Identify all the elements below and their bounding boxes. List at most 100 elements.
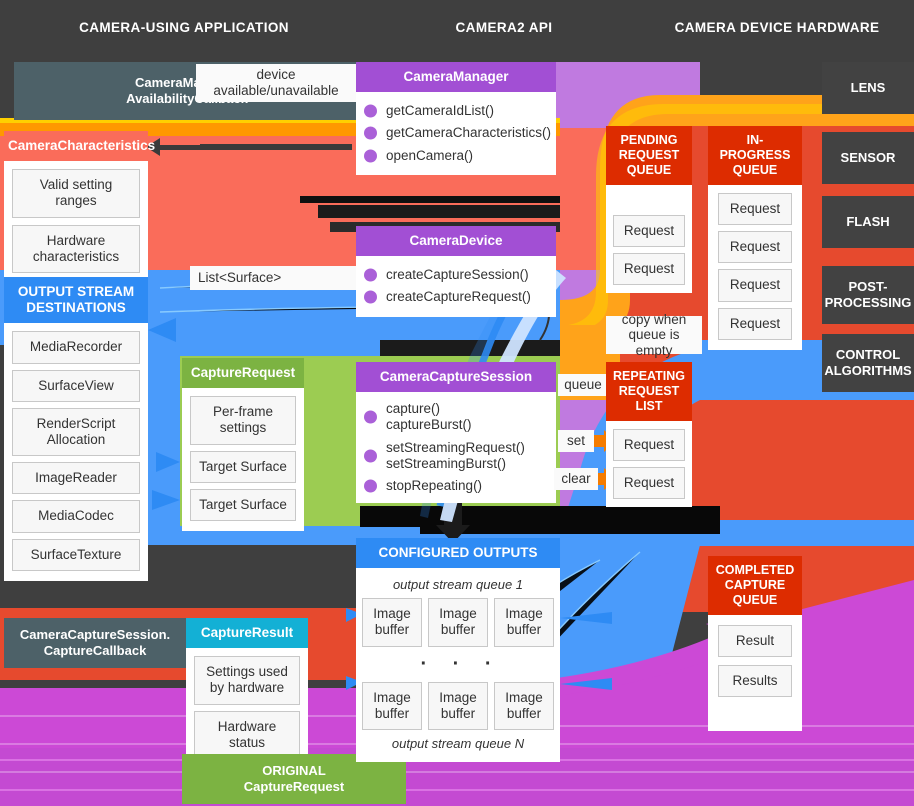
- list-surface-label: List<Surface>: [190, 266, 356, 290]
- osd-title-line2: DESTINATIONS: [26, 300, 126, 316]
- pipeline-block-sensor: SENSOR: [822, 132, 914, 184]
- camera-manager-methods: getCameraIdList() getCameraCharacteristi…: [356, 92, 556, 175]
- output-stream-queue-last-label: output stream queue N: [391, 735, 525, 751]
- ccq-title-line2: CAPTURE: [724, 578, 786, 592]
- output-stream-destinations-title: OUTPUT STREAM DESTINATIONS: [4, 277, 148, 324]
- ccq-title-line3: QUEUE: [732, 593, 778, 607]
- method-openCamera[interactable]: openCamera(): [356, 145, 556, 167]
- method-label: captureBurst(): [386, 417, 472, 433]
- pending-request-queue-card: PENDING REQUEST QUEUE Request Request: [606, 126, 692, 294]
- output-destination-item-text: RenderScript Allocation: [36, 415, 116, 447]
- image-buffer: Image buffer: [494, 598, 554, 647]
- method-capture[interactable]: capture() captureBurst(): [356, 398, 556, 436]
- method-label: openCamera(): [386, 147, 474, 163]
- ipq-title-line1: IN-PROGRESS: [719, 133, 791, 162]
- output-destination-item[interactable]: MediaCodec: [12, 500, 140, 533]
- camera-capture-session-title: CameraCaptureSession: [356, 362, 556, 393]
- capture-result-item-text: Hardware status: [217, 718, 277, 750]
- method-createCaptureSession[interactable]: createCaptureSession(): [356, 264, 556, 286]
- capture-result-item-text: Settings used by hardware: [206, 664, 288, 696]
- capture-result-title: CaptureResult: [186, 618, 308, 649]
- capture-callback-plate: CameraCaptureSession. CaptureCallback: [4, 618, 186, 668]
- method-label: stopRepeating(): [386, 477, 483, 493]
- capture-callback-line2: CaptureCallback: [43, 643, 147, 658]
- output-destination-item[interactable]: SurfaceView: [12, 369, 140, 402]
- rrl-title-line2: REQUEST: [618, 384, 680, 398]
- in-progress-queue-body: Request Request Request Request: [708, 185, 802, 350]
- method-getCameraCharacteristics[interactable]: getCameraCharacteristics(): [356, 122, 556, 144]
- characteristics-item-line: Valid setting: [39, 177, 113, 193]
- capture-request-card: CaptureRequest Per-frame settings Target…: [182, 358, 304, 531]
- output-destination-item[interactable]: SurfaceTexture: [12, 538, 140, 571]
- method-label: capture(): [386, 401, 441, 417]
- in-progress-request-item: Request: [718, 269, 792, 302]
- image-buffer-line1: Image: [505, 689, 543, 705]
- set-text: set: [566, 433, 585, 449]
- method-setStreamingRequest[interactable]: setStreamingRequest() setStreamingBurst(…: [356, 437, 556, 475]
- method-bullet-icon: [364, 290, 377, 304]
- device-availability-line1: device: [256, 67, 296, 83]
- in-progress-queue-title: IN-PROGRESS QUEUE: [708, 126, 802, 185]
- pending-request-queue-body: Request Request: [606, 185, 692, 294]
- in-progress-request-item: Request: [718, 307, 792, 340]
- diagram-canvas: CAMERA-USING APPLICATION CAMERA2 API CAM…: [0, 0, 914, 806]
- column-header-app-label: CAMERA-USING APPLICATION: [79, 20, 289, 35]
- camera-capture-session-card: CameraCaptureSession capture() captureBu…: [356, 362, 556, 504]
- copy-when-line1: copy when: [621, 311, 687, 327]
- method-bullet-icon: [364, 268, 377, 282]
- image-buffer-line2: buffer: [440, 622, 476, 638]
- completed-result-item: Result: [718, 625, 792, 658]
- column-header-api: CAMERA2 API: [368, 0, 640, 55]
- output-destination-item[interactable]: MediaRecorder: [12, 331, 140, 364]
- pending-request-item: Request: [613, 253, 685, 286]
- output-destination-item[interactable]: RenderScript Allocation: [12, 407, 140, 457]
- in-progress-request-item: Request: [718, 193, 792, 226]
- capture-result-item: Settings used by hardware: [194, 656, 300, 705]
- image-buffer-line1: Image: [439, 689, 477, 705]
- capture-request-item: Target Surface: [190, 488, 296, 521]
- method-bullet-icon: [364, 126, 377, 140]
- pipeline-block-control-algorithms: CONTROL ALGORITHMS: [822, 334, 914, 392]
- method-getCameraIdList[interactable]: getCameraIdList(): [356, 100, 556, 122]
- pending-request-queue-title: PENDING REQUEST QUEUE: [606, 126, 692, 185]
- capture-request-item: Per-frame settings: [190, 396, 296, 445]
- capture-result-card: CaptureResult Settings used by hardware …: [186, 618, 308, 769]
- completed-result-item: Results: [718, 665, 792, 698]
- image-buffer: Image buffer: [428, 598, 488, 647]
- output-destination-item[interactable]: ImageReader: [12, 462, 140, 495]
- pipeline-control-line2: ALGORITHMS: [824, 363, 912, 378]
- image-buffer-line1: Image: [439, 606, 477, 622]
- pipeline-block-post-processing: POST- PROCESSING: [822, 266, 914, 324]
- column-header-api-label: CAMERA2 API: [455, 20, 553, 35]
- ccq-title-line1: COMPLETED: [715, 563, 795, 577]
- capture-request-item-text: Per-frame settings: [212, 404, 273, 436]
- set-label: set: [558, 430, 594, 452]
- method-bullet-icon: [364, 410, 377, 424]
- list-surface-text: List<Surface>: [198, 270, 282, 286]
- completed-capture-queue-card: COMPLETED CAPTURE QUEUE Result Results: [708, 556, 802, 732]
- method-label: createCaptureRequest(): [386, 289, 531, 305]
- image-buffer: Image buffer: [428, 681, 488, 730]
- pipeline-control-line1: CONTROL: [835, 346, 901, 362]
- capture-result-item: Hardware status: [194, 710, 300, 759]
- method-label: setStreamingBurst(): [386, 455, 507, 471]
- camera-manager-card: CameraManager getCameraIdList() getCamer…: [356, 62, 556, 175]
- output-stream-queue-first-label: output stream queue 1: [392, 577, 524, 593]
- method-createCaptureRequest[interactable]: createCaptureRequest(): [356, 286, 556, 308]
- rrl-title-line1: REPEATING: [613, 369, 685, 383]
- prq-title-line3: QUEUE: [626, 163, 672, 177]
- column-header-hardware-label: CAMERA DEVICE HARDWARE: [674, 20, 880, 35]
- device-availability-label: device available/unavailable: [196, 64, 356, 102]
- camera-characteristics-card: CameraCharacteristics Valid setting rang…: [4, 131, 155, 283]
- column-header-hardware: CAMERA DEVICE HARDWARE: [640, 0, 914, 55]
- capture-request-body: Per-frame settings Target Surface Target…: [182, 388, 304, 531]
- pipeline-post-line1: POST-: [848, 278, 888, 294]
- method-stopRepeating[interactable]: stopRepeating(): [356, 475, 556, 497]
- column-header-app: CAMERA-USING APPLICATION: [0, 0, 368, 55]
- camera-capture-session-methods: capture() captureBurst() setStreamingReq…: [356, 392, 556, 504]
- completed-capture-queue-title: COMPLETED CAPTURE QUEUE: [708, 556, 802, 615]
- repeating-request-list-card: REPEATING REQUEST LIST Request Request: [606, 362, 692, 508]
- image-buffer: Image buffer: [362, 598, 422, 647]
- camera-device-methods: createCaptureSession() createCaptureRequ…: [356, 256, 556, 317]
- characteristics-item-line: ranges: [55, 193, 97, 209]
